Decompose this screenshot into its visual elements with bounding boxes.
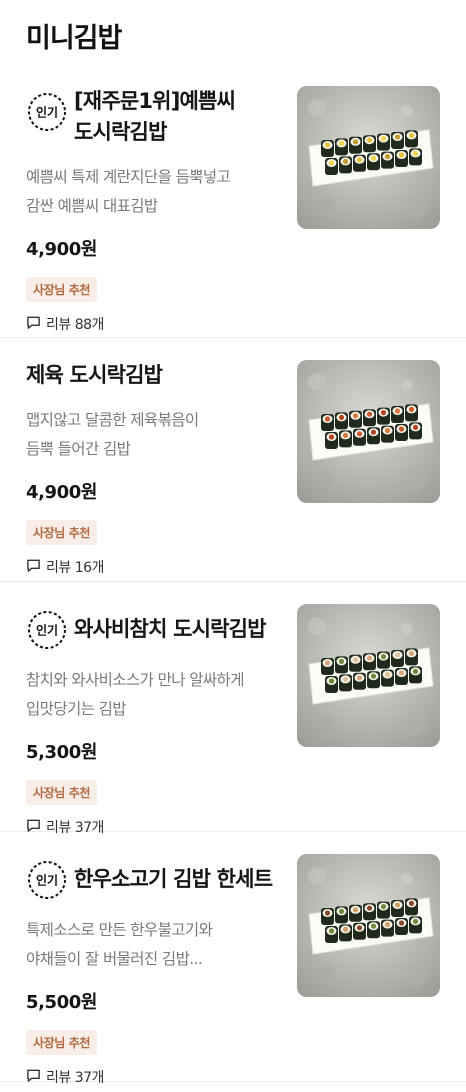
menu-item-description: 참치와 와사비소스가 만나 알싸하게 입맛당기는 김밥	[26, 666, 288, 724]
menu-item-description: 예쁨씨 특제 계란지단을 듬뿍넣고 감싼 예쁨씨 대표김밥	[26, 163, 288, 221]
menu-item-info: 인기 한우소고기 김밥 한세트 특제소스로 만든 한우불고기와 야채들이 잘 버…	[26, 854, 288, 1087]
menu-item-photo[interactable]	[297, 604, 440, 747]
menu-item-description: 특제소스로 만든 한우불고기와 야채들이 잘 버물러진 김밥...	[26, 916, 288, 974]
menu-item-desc-line2: 감싼 예쁨씨 대표김밥	[26, 197, 158, 215]
menu-item-desc-line2: 입맛당기는 김밥	[26, 700, 127, 718]
menu-item[interactable]: 인기 와사비참치 도시락김밥 참치와 와사비소스가 만나 알싸하게 입맛당기는 …	[0, 582, 466, 836]
review-count-text: 리뷰 37개	[46, 1070, 104, 1086]
menu-item-desc-line1: 특제소스로 만든 한우불고기와	[26, 921, 213, 939]
menu-item-desc-line1: 참치와 와사비소스가 만나 알싸하게	[26, 671, 244, 689]
speech-bubble-icon	[26, 558, 46, 577]
section-title: 미니김밥	[26, 23, 122, 54]
review-count: 리뷰 88개	[26, 314, 288, 334]
menu-item-name-line1: 제육 도시락김밥	[26, 363, 163, 387]
menu-item-description: 맵지않고 달콤한 제육볶음이 듬뿍 들어간 김밥	[26, 406, 288, 464]
gimbap-photo-icon	[297, 604, 440, 747]
menu-page: 미니김밥 인기 [재주문1위]예쁨씨 도시락김밥 예쁨씨 특제 계란지단을 듬뿍…	[0, 0, 466, 1092]
owner-recommend-tag: 사장님 추천	[26, 1030, 97, 1055]
menu-item-price: 4,900원	[26, 482, 98, 503]
menu-item-price: 4,900원	[26, 239, 98, 260]
owner-recommend-tag: 사장님 추천	[26, 520, 97, 545]
popular-badge-text: 인기	[36, 623, 58, 638]
gimbap-photo-icon	[297, 854, 440, 997]
gimbap-photo-icon	[297, 86, 440, 229]
menu-item-desc-line1: 예쁨씨 특제 계란지단을 듬뿍넣고	[26, 168, 231, 186]
menu-item-name: 한우소고기 김밥 한세트	[74, 854, 273, 895]
menu-item-title-row: 제육 도시락김밥	[26, 360, 288, 391]
menu-item-info: 인기 와사비참치 도시락김밥 참치와 와사비소스가 만나 알싸하게 입맛당기는 …	[26, 604, 288, 837]
menu-item-name: 와사비참치 도시락김밥	[74, 604, 267, 645]
menu-item-photo[interactable]	[297, 854, 440, 997]
menu-item-photo[interactable]	[297, 86, 440, 229]
menu-item-name-line1: 한우소고기 김밥 한세트	[74, 867, 273, 891]
menu-item-price: 5,500원	[26, 992, 98, 1013]
review-count-text: 리뷰 88개	[46, 317, 104, 333]
owner-recommend-tag: 사장님 추천	[26, 780, 97, 805]
popular-badge-graphic: 인기	[28, 611, 66, 649]
menu-item[interactable]: 인기 [재주문1위]예쁨씨 도시락김밥 예쁨씨 특제 계란지단을 듬뿍넣고 감싼…	[0, 66, 466, 338]
menu-item-photo[interactable]	[297, 360, 440, 503]
speech-bubble-icon	[26, 1068, 46, 1087]
menu-item-info: 인기 [재주문1위]예쁨씨 도시락김밥 예쁨씨 특제 계란지단을 듬뿍넣고 감싼…	[26, 86, 288, 334]
popular-badge-text: 인기	[36, 873, 58, 888]
menu-item-name-line2: 도시락김밥	[74, 120, 167, 144]
menu-item-desc-line2: 듬뿍 들어간 김밥	[26, 440, 131, 458]
menu-item-name: [재주문1위]예쁨씨 도시락김밥	[74, 86, 236, 148]
popular-badge-graphic: 인기	[28, 861, 66, 899]
menu-item-desc-line2: 야채들이 잘 버물러진 김밥...	[26, 950, 203, 968]
menu-item[interactable]: 인기 한우소고기 김밥 한세트 특제소스로 만든 한우불고기와 야채들이 잘 버…	[0, 832, 466, 1086]
menu-item-name-line1: 와사비참치 도시락김밥	[74, 617, 267, 641]
review-count-text: 리뷰 16개	[46, 560, 104, 576]
menu-item-desc-line1: 맵지않고 달콤한 제육볶음이	[26, 411, 199, 429]
popular-badge-icon: 인기	[26, 609, 68, 651]
menu-item-title-row: 인기 한우소고기 김밥 한세트	[26, 854, 288, 901]
menu-item-info: 제육 도시락김밥 맵지않고 달콤한 제육볶음이 듬뿍 들어간 김밥 4,900원…	[26, 360, 288, 577]
review-count: 리뷰 37개	[26, 1067, 288, 1087]
menu-item-title-row: 인기 [재주문1위]예쁨씨 도시락김밥	[26, 86, 288, 148]
review-count: 리뷰 16개	[26, 557, 288, 577]
popular-badge-icon: 인기	[26, 91, 68, 133]
menu-item-name: 제육 도시락김밥	[26, 360, 163, 391]
popular-badge-icon: 인기	[26, 859, 68, 901]
menu-item[interactable]: 제육 도시락김밥 맵지않고 달콤한 제육볶음이 듬뿍 들어간 김밥 4,900원…	[0, 338, 466, 582]
popular-badge-text: 인기	[36, 105, 58, 120]
popular-badge-graphic: 인기	[28, 93, 66, 131]
owner-recommend-tag: 사장님 추천	[26, 277, 97, 302]
menu-item-name-line1: [재주문1위]예쁨씨	[74, 89, 236, 113]
menu-item-price: 5,300원	[26, 742, 98, 763]
menu-item-title-row: 인기 와사비참치 도시락김밥	[26, 604, 288, 651]
menu-list: 인기 [재주문1위]예쁨씨 도시락김밥 예쁨씨 특제 계란지단을 듬뿍넣고 감싼…	[0, 66, 466, 1086]
speech-bubble-icon	[26, 315, 46, 334]
gimbap-photo-icon	[297, 360, 440, 503]
